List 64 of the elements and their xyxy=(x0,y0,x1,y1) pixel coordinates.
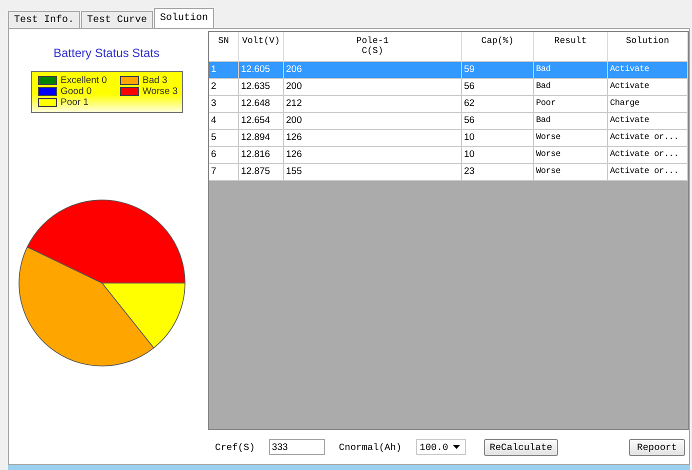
legend-label: Poor 1 xyxy=(60,97,88,108)
table-cell: Worse xyxy=(534,130,608,146)
table-cell: 126 xyxy=(284,147,462,163)
tab[interactable]: Test Info. xyxy=(8,11,80,28)
table-cell: 126 xyxy=(284,130,462,146)
table-row[interactable]: 3 12.648 212 62 Poor Charge xyxy=(209,96,688,113)
table-cell: 56 xyxy=(462,113,534,129)
legend-label: Good 0 xyxy=(60,86,92,97)
table-cell: Activate xyxy=(608,62,688,78)
table-cell: Activate or... xyxy=(608,130,688,146)
table-cell: Activate xyxy=(608,79,688,95)
table-row[interactable]: 5 12.894 126 10 Worse Activate or... xyxy=(209,130,688,147)
table-row[interactable]: 7 12.875 155 23 Worse Activate or... xyxy=(209,164,688,181)
table-cell: 12.605 xyxy=(239,62,284,78)
table-cell: 59 xyxy=(462,62,534,78)
table-cell: 62 xyxy=(462,96,534,112)
table-row[interactable]: 4 12.654 200 56 Bad Activate xyxy=(209,113,688,130)
table-cell: 12.654 xyxy=(239,113,284,129)
table-cell: 56 xyxy=(462,79,534,95)
cref-field[interactable]: 333 xyxy=(268,439,325,455)
table-cell: Bad xyxy=(534,113,608,129)
cnormal-label: Cnormal(Ah) xyxy=(338,442,402,452)
recalculate-button[interactable]: ReCalculate xyxy=(484,438,558,456)
table-cell: 155 xyxy=(284,164,462,180)
chart-title: Battery Status Stats xyxy=(53,46,160,60)
table-cell: 12.648 xyxy=(239,96,284,112)
table-cell: Activate or... xyxy=(608,147,688,163)
table-cell: 1 xyxy=(209,62,239,78)
table-cell: 2 xyxy=(209,79,239,95)
table-cell: 6 xyxy=(209,147,239,163)
table-cell: Charge xyxy=(608,96,688,112)
report-button[interactable]: Repoort xyxy=(629,438,685,456)
table-cell: 12.816 xyxy=(239,147,284,163)
table-cell: 10 xyxy=(462,147,534,163)
table-cell: 7 xyxy=(209,164,239,180)
table-cell: Worse xyxy=(534,164,608,180)
table-cell: 200 xyxy=(284,113,462,129)
table-cell: 212 xyxy=(284,96,462,112)
table-cell: Poor xyxy=(534,96,608,112)
cnormal-dropdown[interactable]: 100.0 xyxy=(416,439,466,455)
table-cell: Bad xyxy=(534,62,608,78)
table-cell: 12.875 xyxy=(239,164,284,180)
table-cell: Bad xyxy=(534,79,608,95)
table-cell: 200 xyxy=(284,79,462,95)
caret-icon xyxy=(452,445,460,449)
table-cell: 12.894 xyxy=(239,130,284,146)
cref-label: Cref(S) xyxy=(215,442,255,452)
tab[interactable]: Test Curve xyxy=(81,11,154,28)
table-cell: 23 xyxy=(462,164,534,180)
table-cell: 12.635 xyxy=(239,79,284,95)
legend-label: Bad 3 xyxy=(142,75,168,86)
legend-label: Worse 3 xyxy=(142,86,178,97)
table-cell: 4 xyxy=(209,113,239,129)
table-cell: 5 xyxy=(209,130,239,146)
table-cell: Worse xyxy=(534,147,608,163)
table-cell: Activate xyxy=(608,113,688,129)
table-cell: 10 xyxy=(462,130,534,146)
table-cell: Activate or... xyxy=(608,164,688,180)
table-row[interactable]: 2 12.635 200 56 Bad Activate xyxy=(209,79,688,96)
table-cell: 206 xyxy=(284,62,462,78)
legend-label: Excellent 0 xyxy=(60,75,107,86)
tab[interactable]: Solution xyxy=(154,8,214,28)
table-cell: 3 xyxy=(209,96,239,112)
table-row[interactable]: 6 12.816 126 10 Worse Activate or... xyxy=(209,147,688,164)
